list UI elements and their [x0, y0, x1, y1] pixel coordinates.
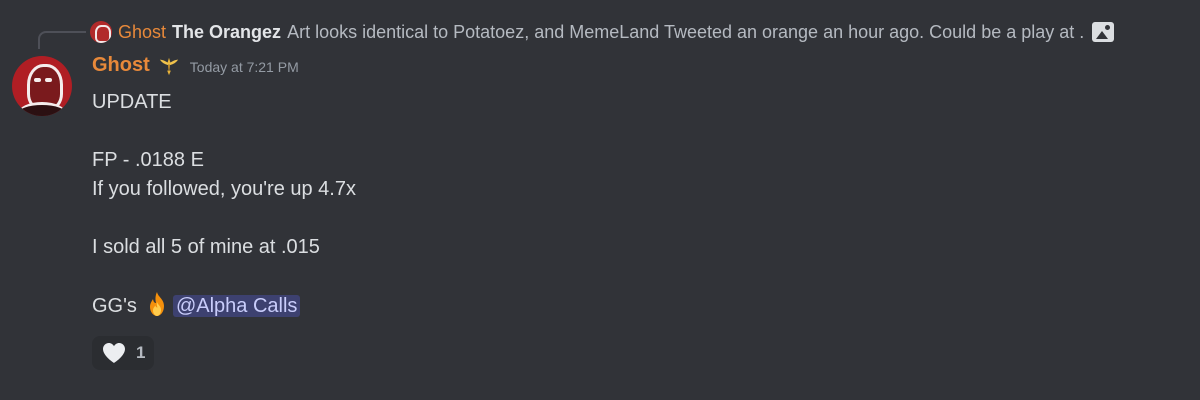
reaction-heart[interactable]: 1: [92, 336, 154, 370]
reaction-count: 1: [136, 343, 146, 362]
reply-author[interactable]: Ghost: [118, 22, 166, 43]
white-heart-icon: [103, 343, 125, 363]
phoenix-role-icon[interactable]: [158, 55, 180, 77]
message-line: FP - .0188 E: [92, 149, 204, 171]
message-line: [92, 117, 356, 146]
image-icon: [1092, 22, 1115, 42]
avatar-eye: [34, 78, 41, 82]
timestamp[interactable]: Today at 7:21 PM: [190, 59, 299, 75]
reply-connector: [38, 31, 86, 49]
message-line: I sold all 5 of mine at .015: [92, 236, 320, 258]
avatar[interactable]: [12, 56, 72, 116]
final-line-prefix: GG's: [92, 295, 137, 317]
reply-text: Art looks identical to Potatoez, and Mem…: [287, 21, 1085, 42]
message-line: [92, 204, 356, 233]
message-line: If you followed, you're up 4.7x: [92, 178, 356, 200]
user-mention[interactable]: @Alpha Calls: [172, 295, 301, 317]
fire-emoji-icon: [149, 292, 164, 316]
message-final-line: GG's @Alpha Calls: [92, 291, 356, 320]
reply-bold-title: The Orangez: [172, 21, 282, 42]
message-line: UPDATE: [92, 91, 172, 113]
message-header: Ghost Today at 7:21 PM: [92, 54, 299, 77]
reply-reference[interactable]: Ghost The Orangez Art looks identical to…: [90, 20, 1115, 44]
chat-message: Ghost The Orangez Art looks identical to…: [0, 0, 1200, 400]
author-name[interactable]: Ghost: [92, 54, 150, 77]
message-content: UPDATE FP - .0188 E If you followed, you…: [92, 88, 356, 320]
message-line: [92, 262, 356, 291]
reply-avatar[interactable]: [90, 21, 112, 43]
avatar-eye: [45, 78, 52, 82]
